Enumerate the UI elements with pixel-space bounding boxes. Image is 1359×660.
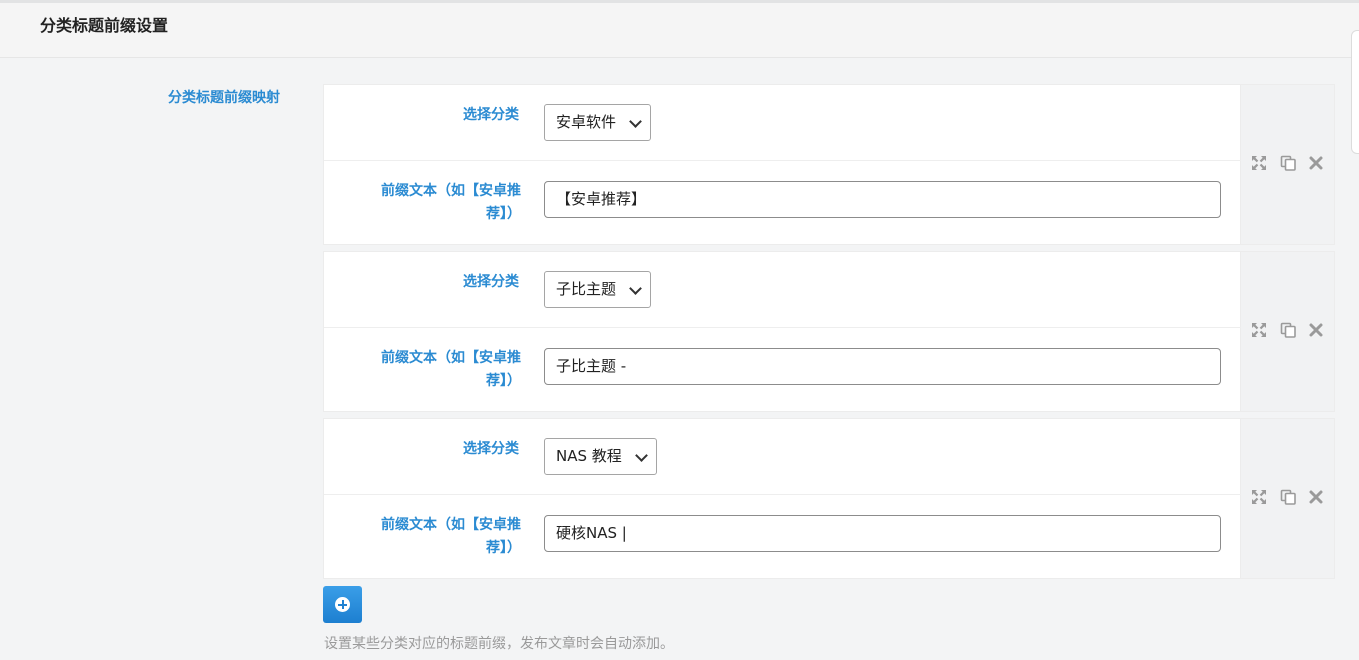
group-actions bbox=[1251, 155, 1327, 175]
section-header: 分类标题前缀设置 bbox=[0, 3, 1359, 58]
group-actions bbox=[1251, 322, 1327, 342]
prefix-label-line2: 荐】） bbox=[486, 373, 521, 389]
copy-icon[interactable] bbox=[1280, 489, 1296, 505]
prefix-row: 前缀文本（如【安卓推 荐】） 【安卓推荐】 bbox=[324, 161, 1241, 244]
prefix-label: 前缀文本（如【安卓推 荐】） bbox=[345, 347, 521, 393]
chevron-down-icon bbox=[634, 449, 648, 462]
repeater-group: 选择分类 子比主题 前缀文本（如【安卓推 荐】） 子比主题 - bbox=[323, 251, 1335, 412]
repeater-group-fields: 选择分类 子比主题 前缀文本（如【安卓推 荐】） 子比主题 - bbox=[324, 252, 1241, 411]
repeater-group-fields: 选择分类 NAS 教程 前缀文本（如【安卓推 荐】） 硬核NAS | bbox=[324, 419, 1241, 578]
prefix-label: 前缀文本（如【安卓推 荐】） bbox=[345, 180, 521, 226]
help-text: 设置某些分类对应的标题前缀，发布文章时会自动添加。 bbox=[324, 636, 674, 652]
category-select[interactable]: 安卓软件 bbox=[544, 104, 652, 141]
copy-icon[interactable] bbox=[1280, 322, 1296, 338]
category-select-value: 安卓软件 bbox=[556, 113, 617, 131]
category-select[interactable]: NAS 教程 bbox=[544, 438, 657, 475]
prefix-label-line2: 荐】） bbox=[486, 206, 521, 222]
category-row: 选择分类 安卓软件 bbox=[324, 85, 1241, 161]
section-title: 分类标题前缀设置 bbox=[40, 16, 169, 35]
prefix-label: 前缀文本（如【安卓推 荐】） bbox=[345, 514, 521, 560]
prefix-row: 前缀文本（如【安卓推 荐】） 硬核NAS | bbox=[324, 495, 1241, 578]
close-icon[interactable] bbox=[1308, 489, 1324, 505]
prefix-text-input[interactable]: 子比主题 - bbox=[544, 348, 1221, 385]
chevron-down-icon bbox=[629, 282, 642, 295]
category-label: 选择分类 bbox=[463, 274, 519, 290]
category-select-value: NAS 教程 bbox=[556, 447, 622, 465]
copy-icon[interactable] bbox=[1280, 155, 1296, 171]
prefix-label-line1: 前缀文本（如【安卓推 bbox=[381, 183, 521, 199]
prefix-text-input[interactable]: 【安卓推荐】 bbox=[544, 181, 1221, 218]
category-select[interactable]: 子比主题 bbox=[544, 271, 652, 308]
prefix-label-line2: 荐】） bbox=[486, 540, 521, 556]
field-label: 分类标题前缀映射 bbox=[168, 90, 280, 106]
add-group-button[interactable] bbox=[323, 586, 362, 623]
prefix-text-input[interactable]: 硬核NAS | bbox=[544, 515, 1221, 552]
repeater-group: 选择分类 安卓软件 前缀文本（如【安卓推 荐】） 【安卓推荐】 bbox=[323, 84, 1335, 245]
category-select-value: 子比主题 bbox=[556, 280, 617, 298]
close-icon[interactable] bbox=[1308, 322, 1324, 338]
repeater-group: 选择分类 NAS 教程 前缀文本（如【安卓推 荐】） 硬核NAS | bbox=[323, 418, 1335, 579]
category-row: 选择分类 NAS 教程 bbox=[324, 419, 1241, 495]
expand-icon[interactable] bbox=[1251, 489, 1267, 505]
plus-circle-icon bbox=[335, 597, 350, 612]
category-label: 选择分类 bbox=[463, 441, 519, 457]
prefix-label-line1: 前缀文本（如【安卓推 bbox=[381, 517, 521, 533]
repeater-group-fields: 选择分类 安卓软件 前缀文本（如【安卓推 荐】） 【安卓推荐】 bbox=[324, 85, 1241, 244]
category-row: 选择分类 子比主题 bbox=[324, 252, 1241, 328]
expand-icon[interactable] bbox=[1251, 322, 1267, 338]
group-actions bbox=[1251, 489, 1327, 509]
close-icon[interactable] bbox=[1308, 155, 1324, 171]
expand-icon[interactable] bbox=[1251, 155, 1267, 171]
chevron-down-icon bbox=[629, 115, 642, 128]
side-panel-tab[interactable] bbox=[1351, 30, 1359, 154]
category-label: 选择分类 bbox=[463, 107, 519, 123]
prefix-row: 前缀文本（如【安卓推 荐】） 子比主题 - bbox=[324, 328, 1241, 411]
prefix-label-line1: 前缀文本（如【安卓推 bbox=[381, 350, 521, 366]
